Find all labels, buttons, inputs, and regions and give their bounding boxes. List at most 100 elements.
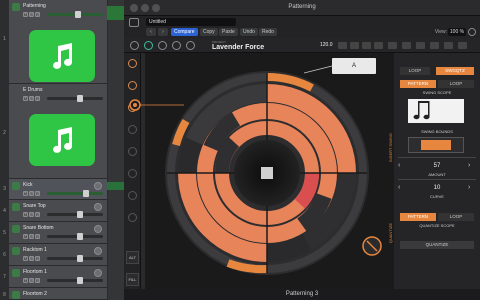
record-mode-button[interactable]: [374, 42, 383, 49]
edit-mode-button[interactable]: [388, 42, 397, 49]
mute-button[interactable]: M: [23, 256, 28, 261]
track-row[interactable]: Kick MSR: [9, 179, 107, 200]
region-block[interactable]: [107, 182, 124, 190]
loop-tab[interactable]: LOOP: [400, 67, 430, 75]
track-name: Snare Top: [23, 203, 46, 209]
solo-button[interactable]: S: [29, 191, 34, 196]
track-row[interactable]: Patterning M S R: [9, 0, 107, 84]
track-row[interactable]: Floortom 2: [9, 288, 107, 300]
midi-icon[interactable]: [186, 41, 195, 50]
fader-handle[interactable]: [83, 190, 89, 197]
track-row[interactable]: Racktom 1 MSR: [9, 244, 107, 266]
tap-tempo-button[interactable]: [338, 42, 347, 49]
undo-button[interactable]: Undo: [240, 28, 258, 36]
volume-fader[interactable]: [47, 255, 103, 262]
stop-button[interactable]: [362, 42, 371, 49]
solo-button[interactable]: S: [29, 212, 34, 217]
pan-knob[interactable]: [94, 203, 102, 211]
pattern-quantize-tab[interactable]: PATTERN: [400, 213, 436, 221]
power-icon[interactable]: [129, 18, 139, 27]
track-row[interactable]: Snare Top MSR: [9, 200, 107, 222]
swing-bounds-range[interactable]: [421, 140, 451, 150]
solo-button[interactable]: S: [29, 234, 34, 239]
play-button[interactable]: [350, 42, 359, 49]
grid-icon[interactable]: [430, 42, 439, 49]
copy-button[interactable]: Copy: [200, 28, 218, 36]
mixer-icon[interactable]: [444, 42, 453, 49]
record-button[interactable]: R: [35, 278, 40, 283]
tempo-value[interactable]: 120.0: [320, 42, 333, 48]
mute-button[interactable]: M: [23, 96, 28, 101]
compare-button[interactable]: Compare: [171, 28, 198, 36]
fader-handle[interactable]: [77, 95, 83, 102]
quantize-button[interactable]: QUANTIZE: [400, 241, 474, 249]
track-number: 2: [3, 130, 6, 136]
region-block[interactable]: [107, 6, 124, 20]
volume-fader[interactable]: [47, 233, 103, 240]
track-row[interactable]: E Drums M S R: [9, 84, 107, 179]
sync-icon[interactable]: [172, 41, 181, 50]
record-button[interactable]: R: [35, 191, 40, 196]
swing-quantize-tab[interactable]: SWGQTZ: [436, 67, 474, 75]
fader-handle[interactable]: [77, 233, 83, 240]
next-preset-button[interactable]: ›: [158, 28, 168, 36]
fader-handle[interactable]: [77, 255, 83, 262]
circular-sequencer[interactable]: [124, 53, 384, 300]
mute-button[interactable]: M: [23, 12, 28, 17]
redo-button[interactable]: Redo: [259, 28, 277, 36]
swing-scope-note[interactable]: [408, 99, 464, 123]
link-icon[interactable]: [468, 28, 476, 36]
track-row[interactable]: Snare Bottom MSR: [9, 222, 107, 244]
help-icon[interactable]: [458, 42, 467, 49]
record-button[interactable]: R: [35, 212, 40, 217]
mute-button[interactable]: M: [23, 278, 28, 283]
audio-track-icon: [12, 203, 20, 211]
record-button[interactable]: R: [35, 96, 40, 101]
record-button[interactable]: R: [35, 256, 40, 261]
mute-button[interactable]: M: [23, 212, 28, 217]
pan-knob[interactable]: [94, 269, 102, 277]
fader-handle[interactable]: [77, 277, 83, 284]
pan-knob[interactable]: [94, 182, 102, 190]
solo-button[interactable]: S: [29, 12, 34, 17]
stop-square-icon[interactable]: [261, 167, 273, 179]
pan-knob[interactable]: [94, 247, 102, 255]
menu-icon[interactable]: [130, 41, 139, 50]
fader-handle[interactable]: [75, 11, 81, 18]
info-icon[interactable]: [158, 41, 167, 50]
track-number: 4: [3, 208, 6, 214]
timeline-area[interactable]: [107, 0, 124, 300]
fader-handle[interactable]: [77, 211, 83, 218]
solo-button[interactable]: S: [29, 278, 34, 283]
volume-fader[interactable]: [47, 277, 103, 284]
mute-button[interactable]: M: [23, 234, 28, 239]
paste-button[interactable]: Paste: [219, 28, 238, 36]
clock-icon[interactable]: [402, 42, 411, 49]
amount-label: AMOUNT: [428, 172, 446, 177]
mute-button[interactable]: M: [23, 191, 28, 196]
volume-fader[interactable]: [47, 11, 103, 18]
preset-selector[interactable]: Untitled: [146, 18, 236, 26]
volume-fader[interactable]: [47, 95, 103, 102]
amount-value[interactable]: 57: [394, 163, 480, 169]
solo-button[interactable]: S: [29, 256, 34, 261]
volume-fader[interactable]: [47, 211, 103, 218]
project-name[interactable]: Lavender Force: [212, 44, 264, 51]
record-button[interactable]: R: [35, 234, 40, 239]
shuffle-icon[interactable]: [416, 42, 425, 49]
solo-button[interactable]: S: [29, 96, 34, 101]
swing-scope-label: SWING SCOPE: [422, 90, 452, 95]
track-row[interactable]: Floortom 1 MSR: [9, 266, 107, 288]
previous-preset-button[interactable]: ‹: [146, 28, 156, 36]
pattern-scope-tab[interactable]: PATTERN: [400, 80, 436, 88]
volume-fader[interactable]: [47, 190, 103, 197]
curve-value[interactable]: 10: [394, 185, 480, 191]
zoom-selector[interactable]: 100 %: [448, 28, 466, 36]
loop-scope-tab[interactable]: LOOP: [438, 80, 474, 88]
pan-knob[interactable]: [94, 225, 102, 233]
loop-quantize-tab[interactable]: LOOP: [438, 213, 474, 221]
track-number: 3: [3, 186, 6, 192]
settings-icon[interactable]: [144, 41, 153, 50]
record-button[interactable]: R: [35, 12, 40, 17]
swing-bounds-slider[interactable]: [408, 137, 464, 153]
